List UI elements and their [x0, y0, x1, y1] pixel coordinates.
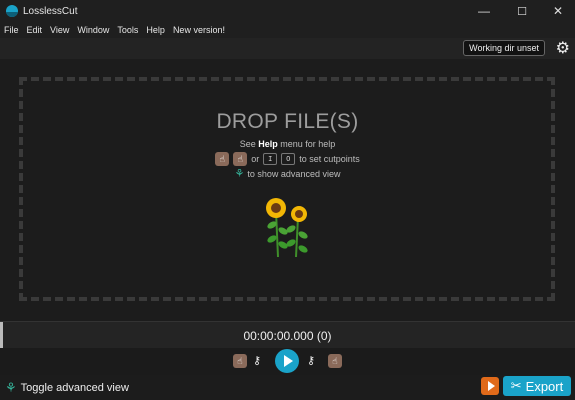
menu-help[interactable]: Help	[146, 25, 165, 35]
menu-view[interactable]: View	[50, 25, 69, 35]
drop-files-title: DROP FILE(S)	[216, 110, 359, 133]
set-start-hand-icon[interactable]: ☝	[215, 152, 230, 166]
menu-edit[interactable]: Edit	[27, 25, 43, 35]
jump-cut-start-key-icon[interactable]: ⚷	[253, 354, 261, 367]
set-cut-end-icon[interactable]: ☝	[328, 354, 342, 368]
play-button[interactable]	[275, 349, 299, 373]
scissors-icon: ✂	[510, 378, 522, 393]
export-mode-button[interactable]	[481, 377, 499, 395]
working-dir-button[interactable]: Working dir unset	[463, 40, 545, 56]
set-end-hand-icon[interactable]: ☝	[233, 152, 248, 166]
sprout-icon[interactable]: ⚘	[235, 167, 245, 180]
app-logo-icon	[6, 5, 18, 17]
help-hint: See Help menu for help	[0, 139, 575, 149]
cutpoint-hint: ☝ ☝ or I O to set cutpoints	[0, 152, 575, 166]
cutpoint-text: to set cutpoints	[299, 154, 360, 164]
key-i: I	[263, 153, 278, 165]
menu-new-version[interactable]: New version!	[173, 25, 225, 35]
help-prefix: See	[239, 139, 259, 149]
gear-icon[interactable]: ⚙	[556, 38, 570, 58]
toggle-advanced-view[interactable]: ⚘ Toggle advanced view	[5, 380, 129, 396]
jump-cut-end-key-icon[interactable]: ⚷	[307, 354, 315, 367]
minimize-button[interactable]: —	[467, 0, 501, 22]
help-suffix: menu for help	[277, 139, 336, 149]
menu-file[interactable]: File	[4, 25, 19, 35]
sprout-icon: ⚘	[5, 380, 17, 395]
menu-bar: File Edit View Window Tools Help New ver…	[0, 22, 575, 38]
timeline-bar[interactable]: 00:00:00.000 (0)	[0, 321, 575, 349]
maximize-button[interactable]: ☐	[505, 0, 539, 22]
advanced-view-text: to show advanced view	[247, 168, 341, 179]
export-label: Export	[525, 378, 564, 394]
key-o: O	[281, 153, 296, 165]
menu-window[interactable]: Window	[77, 25, 109, 35]
advanced-view-hint: ⚘ to show advanced view	[0, 167, 575, 180]
toggle-advanced-label: Toggle advanced view	[20, 382, 129, 394]
cutpoint-or-text: or	[251, 154, 260, 164]
sunflower-illustration	[266, 198, 308, 258]
top-toolbar: Working dir unset ⚙	[0, 38, 575, 59]
close-button[interactable]: ✕	[541, 0, 575, 22]
help-menu-word: Help	[258, 139, 278, 149]
set-cut-start-icon[interactable]: ☝	[233, 354, 247, 368]
timecode-display[interactable]: 00:00:00.000 (0)	[0, 329, 575, 343]
main-area	[0, 59, 575, 321]
title-bar: LosslessCut — ☐ ✕	[0, 0, 575, 22]
menu-tools[interactable]: Tools	[117, 25, 138, 35]
window-title: LosslessCut	[23, 5, 78, 17]
export-button[interactable]: ✂ Export	[503, 376, 571, 396]
